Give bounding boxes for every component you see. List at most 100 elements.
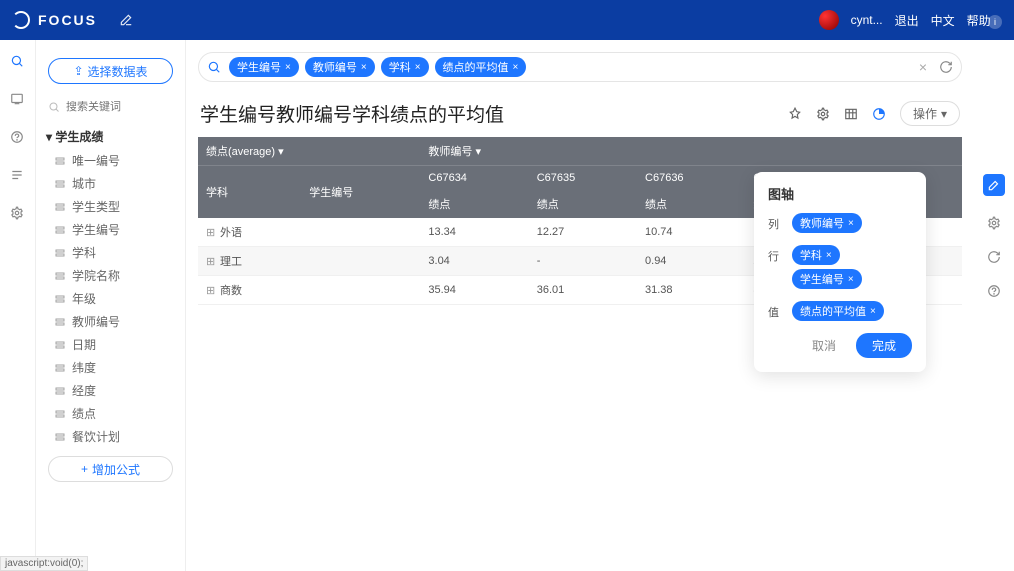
tree-item-label: 绩点 <box>72 405 96 422</box>
add-formula-button[interactable]: + 增加公式 <box>48 456 173 482</box>
gear-icon[interactable] <box>816 107 830 121</box>
tree-item[interactable]: 年级 <box>52 287 177 310</box>
chip-close-icon[interactable]: × <box>361 62 367 73</box>
dropdown-icon[interactable]: ▾ <box>278 146 284 158</box>
tree-item-label: 学生类型 <box>72 198 120 215</box>
axis-tag[interactable]: 绩点的平均值× <box>792 301 884 321</box>
chip-close-icon[interactable]: × <box>513 62 519 73</box>
tree-item[interactable]: 餐饮计划 <box>52 425 177 448</box>
metric-header[interactable]: 绩点(average) <box>206 146 275 158</box>
rail-board-icon[interactable] <box>10 92 26 108</box>
pie-chart-icon[interactable] <box>872 107 886 121</box>
cell: 36.01 <box>529 276 637 305</box>
tree-item[interactable]: 经度 <box>52 379 177 402</box>
tree-item-label: 学院名称 <box>72 267 120 284</box>
chip-close-icon[interactable]: × <box>848 218 854 229</box>
page-title: 学生编号教师编号学科绩点的平均值 <box>200 100 504 127</box>
cell: 13.34 <box>420 218 528 247</box>
axis-tag[interactable]: 学生编号× <box>792 269 862 289</box>
reload-icon[interactable] <box>987 250 1001 264</box>
settings-icon[interactable] <box>987 216 1001 230</box>
lang-link[interactable]: 中文 <box>931 12 955 29</box>
upload-icon: ⇪ <box>73 64 83 78</box>
statusbar: javascript:void(0); <box>0 556 88 571</box>
done-button[interactable]: 完成 <box>856 333 912 358</box>
tree-item-label: 唯一编号 <box>72 152 120 169</box>
tree-item[interactable]: 纬度 <box>52 356 177 379</box>
cell: 0.94 <box>637 247 745 276</box>
axis-tag[interactable]: 学科× <box>792 245 840 265</box>
cell: 31.38 <box>637 276 745 305</box>
query-chip[interactable]: 学生编号× <box>229 57 299 77</box>
tree-item-label: 城市 <box>72 175 96 192</box>
axis-col-label: 列 <box>768 213 782 232</box>
value-header: 绩点 <box>529 190 637 218</box>
chip-close-icon[interactable]: × <box>826 250 832 261</box>
tree-item-label: 经度 <box>72 382 96 399</box>
axis-tag[interactable]: 教师编号× <box>792 213 862 233</box>
chip-close-icon[interactable]: × <box>415 62 421 73</box>
tree-root-title[interactable]: ▾ 学生成绩 <box>44 124 177 149</box>
table-icon[interactable] <box>844 107 858 121</box>
tree-item[interactable]: 教师编号 <box>52 310 177 333</box>
query-chip[interactable]: 教师编号× <box>305 57 375 77</box>
topbar: FOCUS cynt... 退出 中文 帮助 i <box>0 0 1014 40</box>
search-icon <box>207 60 221 74</box>
query-bar[interactable]: 学生编号× 教师编号× 学科× 绩点的平均值× × <box>198 52 962 82</box>
rail-data-icon[interactable] <box>10 168 26 184</box>
iconrail <box>0 40 36 571</box>
expand-icon[interactable]: ⊞ <box>206 226 216 239</box>
chart-edit-icon[interactable] <box>983 174 1005 196</box>
tree-item[interactable]: 绩点 <box>52 402 177 425</box>
chip-close-icon[interactable]: × <box>870 306 876 317</box>
tree-item[interactable]: 日期 <box>52 333 177 356</box>
expand-icon[interactable]: ⊞ <box>206 284 216 297</box>
col-header[interactable]: C67636 <box>637 166 745 191</box>
chevron-down-icon: ▾ <box>941 107 947 121</box>
rail-help-icon[interactable] <box>10 130 26 146</box>
ops-button[interactable]: 操作▾ <box>900 101 960 126</box>
rail-settings-icon[interactable] <box>10 206 26 222</box>
query-chip[interactable]: 学科× <box>381 57 429 77</box>
edit-icon[interactable] <box>119 13 133 27</box>
expand-icon[interactable]: ⊞ <box>206 255 216 268</box>
sidebar-search-input[interactable] <box>66 101 173 113</box>
query-chip[interactable]: 绩点的平均值× <box>435 57 527 77</box>
rightrail <box>974 40 1014 571</box>
chip-close-icon[interactable]: × <box>848 274 854 285</box>
cell: 3.04 <box>420 247 528 276</box>
tree-item[interactable]: 学生编号 <box>52 218 177 241</box>
logout-link[interactable]: 退出 <box>895 12 919 29</box>
rail-search-icon[interactable] <box>10 54 26 70</box>
username[interactable]: cynt... <box>851 13 883 27</box>
tree-item[interactable]: 学生类型 <box>52 195 177 218</box>
tree-item-label: 学生编号 <box>72 221 120 238</box>
avatar[interactable] <box>819 10 839 30</box>
tree-item-label: 学科 <box>72 244 96 261</box>
pin-icon[interactable] <box>788 107 802 121</box>
group-header[interactable]: 教师编号 <box>428 146 472 158</box>
help-link[interactable]: 帮助 i <box>967 12 1002 29</box>
dropdown-icon[interactable]: ▾ <box>475 146 481 158</box>
sidebar-search[interactable] <box>44 98 177 124</box>
refresh-icon[interactable] <box>939 60 953 74</box>
tree-item[interactable]: 学院名称 <box>52 264 177 287</box>
search-icon <box>48 100 60 114</box>
info-icon[interactable] <box>987 284 1001 298</box>
tree-item-label: 餐饮计划 <box>72 428 120 445</box>
chip-close-icon[interactable]: × <box>285 62 291 73</box>
col-header[interactable]: C67634 <box>420 166 528 191</box>
axis-panel-title: 图轴 <box>768 184 912 203</box>
tree-item-label: 年级 <box>72 290 96 307</box>
value-header: 绩点 <box>420 190 528 218</box>
cancel-button[interactable]: 取消 <box>802 333 846 358</box>
tree-item[interactable]: 学科 <box>52 241 177 264</box>
cell: 35.94 <box>420 276 528 305</box>
logo-icon <box>12 11 30 29</box>
clear-icon[interactable]: × <box>919 59 927 75</box>
tree-item[interactable]: 城市 <box>52 172 177 195</box>
value-header: 绩点 <box>637 190 745 218</box>
col-header[interactable]: C67635 <box>529 166 637 191</box>
tree-item[interactable]: 唯一编号 <box>52 149 177 172</box>
select-data-button[interactable]: ⇪ 选择数据表 <box>48 58 173 84</box>
